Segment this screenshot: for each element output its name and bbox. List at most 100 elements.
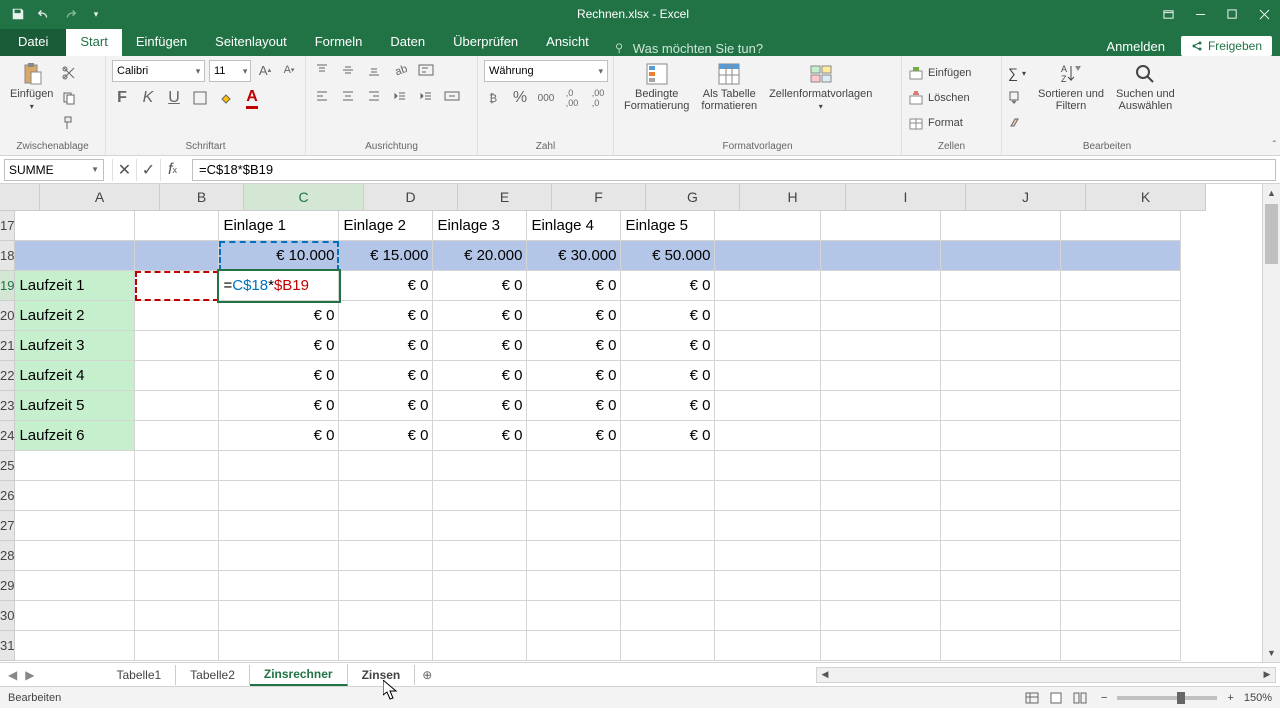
sheet-tab-tabelle2[interactable]: Tabelle2 [176, 665, 250, 685]
align-top-button[interactable] [312, 60, 332, 80]
column-header-a[interactable]: A [40, 184, 160, 211]
insert-function-button[interactable]: fx [160, 159, 184, 181]
cell-D17[interactable]: Einlage 2 [339, 211, 433, 241]
row-header-17[interactable]: 17 [0, 211, 15, 241]
cell-A26[interactable] [15, 481, 135, 511]
cell-C23[interactable]: € 0 [219, 391, 339, 421]
cell-D21[interactable]: € 0 [339, 331, 433, 361]
underline-button[interactable]: U [164, 88, 184, 108]
cell-E29[interactable] [433, 571, 527, 601]
cell-G24[interactable]: € 0 [621, 421, 715, 451]
cell-F27[interactable] [527, 511, 621, 541]
cell-B27[interactable] [135, 511, 219, 541]
row-header-29[interactable]: 29 [0, 571, 15, 601]
add-sheet-button[interactable]: ⊕ [415, 668, 439, 682]
row-header-24[interactable]: 24 [0, 421, 15, 451]
cell-G23[interactable]: € 0 [621, 391, 715, 421]
cell-K20[interactable] [1061, 301, 1181, 331]
save-button[interactable] [6, 2, 30, 26]
tab-view[interactable]: Ansicht [532, 29, 603, 56]
cell-E22[interactable]: € 0 [433, 361, 527, 391]
cell-K22[interactable] [1061, 361, 1181, 391]
cell-G30[interactable] [621, 601, 715, 631]
row-header-18[interactable]: 18 [0, 241, 15, 271]
cell-I18[interactable] [821, 241, 941, 271]
cell-H24[interactable] [715, 421, 821, 451]
cell-I24[interactable] [821, 421, 941, 451]
cut-button[interactable] [61, 62, 77, 84]
cell-G31[interactable] [621, 631, 715, 661]
qat-customize-icon[interactable]: ▾ [84, 2, 108, 26]
normal-view-button[interactable] [1021, 689, 1043, 707]
cell-J26[interactable] [941, 481, 1061, 511]
scroll-thumb[interactable] [1265, 204, 1278, 264]
cell-H23[interactable] [715, 391, 821, 421]
align-right-button[interactable] [364, 86, 384, 106]
sort-filter-button[interactable]: AZ Sortieren und Filtern [1034, 60, 1108, 114]
cell-I27[interactable] [821, 511, 941, 541]
horizontal-scrollbar[interactable]: ◀▶ [816, 667, 1276, 683]
decrease-indent-button[interactable] [390, 86, 410, 106]
cell-J18[interactable] [941, 241, 1061, 271]
borders-button[interactable] [190, 88, 210, 108]
cell-D28[interactable] [339, 541, 433, 571]
cell-F29[interactable] [527, 571, 621, 601]
cell-C18[interactable]: € 10.000 [219, 241, 339, 271]
cell-A31[interactable] [15, 631, 135, 661]
cell-B28[interactable] [135, 541, 219, 571]
cell-B18[interactable] [135, 241, 219, 271]
zoom-slider[interactable] [1117, 696, 1217, 700]
cell-B21[interactable] [135, 331, 219, 361]
cell-H19[interactable] [715, 271, 821, 301]
sheet-tab-zinsrechner[interactable]: Zinsrechner [250, 664, 348, 686]
cell-A18[interactable] [15, 241, 135, 271]
cell-D25[interactable] [339, 451, 433, 481]
cell-H25[interactable] [715, 451, 821, 481]
cell-D24[interactable]: € 0 [339, 421, 433, 451]
cell-E27[interactable] [433, 511, 527, 541]
cell-E20[interactable]: € 0 [433, 301, 527, 331]
paste-button[interactable]: Einfügen ▾ [6, 60, 57, 113]
find-select-button[interactable]: Suchen und Auswählen [1112, 60, 1179, 114]
cell-B22[interactable] [135, 361, 219, 391]
zoom-in-button[interactable]: + [1227, 692, 1233, 704]
scroll-down-arrow[interactable]: ▼ [1263, 644, 1280, 662]
bold-button[interactable]: F [112, 88, 132, 108]
align-left-button[interactable] [312, 86, 332, 106]
decrease-font-button[interactable]: A▾ [279, 60, 299, 80]
cell-J17[interactable] [941, 211, 1061, 241]
cell-F31[interactable] [527, 631, 621, 661]
cell-J24[interactable] [941, 421, 1061, 451]
cell-C31[interactable] [219, 631, 339, 661]
cell-G19[interactable]: € 0 [621, 271, 715, 301]
cell-D30[interactable] [339, 601, 433, 631]
cell-F21[interactable]: € 0 [527, 331, 621, 361]
vertical-scrollbar[interactable]: ▲ ▼ [1262, 184, 1280, 662]
cell-K26[interactable] [1061, 481, 1181, 511]
row-header-20[interactable]: 20 [0, 301, 15, 331]
formula-input[interactable]: =C$18*$B19 [192, 159, 1276, 181]
cell-H21[interactable] [715, 331, 821, 361]
column-header-i[interactable]: I [846, 184, 966, 211]
cell-A25[interactable] [15, 451, 135, 481]
cell-K19[interactable] [1061, 271, 1181, 301]
cell-F28[interactable] [527, 541, 621, 571]
cell-C19[interactable]: =C$18*$B19 [219, 271, 339, 301]
cell-E30[interactable] [433, 601, 527, 631]
clear-button[interactable] [1008, 112, 1026, 134]
column-header-j[interactable]: J [966, 184, 1086, 211]
cell-F25[interactable] [527, 451, 621, 481]
cell-I29[interactable] [821, 571, 941, 601]
column-header-k[interactable]: K [1086, 184, 1206, 211]
cell-A19[interactable]: Laufzeit 1 [15, 271, 135, 301]
insert-cells-button[interactable]: Einfügen [908, 62, 971, 84]
row-header-19[interactable]: 19 [0, 271, 15, 301]
cell-K31[interactable] [1061, 631, 1181, 661]
tab-pagelayout[interactable]: Seitenlayout [201, 29, 301, 56]
name-box[interactable]: SUMME ▼ [4, 159, 104, 181]
cell-A22[interactable]: Laufzeit 4 [15, 361, 135, 391]
cell-K23[interactable] [1061, 391, 1181, 421]
row-header-26[interactable]: 26 [0, 481, 15, 511]
cell-F22[interactable]: € 0 [527, 361, 621, 391]
cell-K24[interactable] [1061, 421, 1181, 451]
